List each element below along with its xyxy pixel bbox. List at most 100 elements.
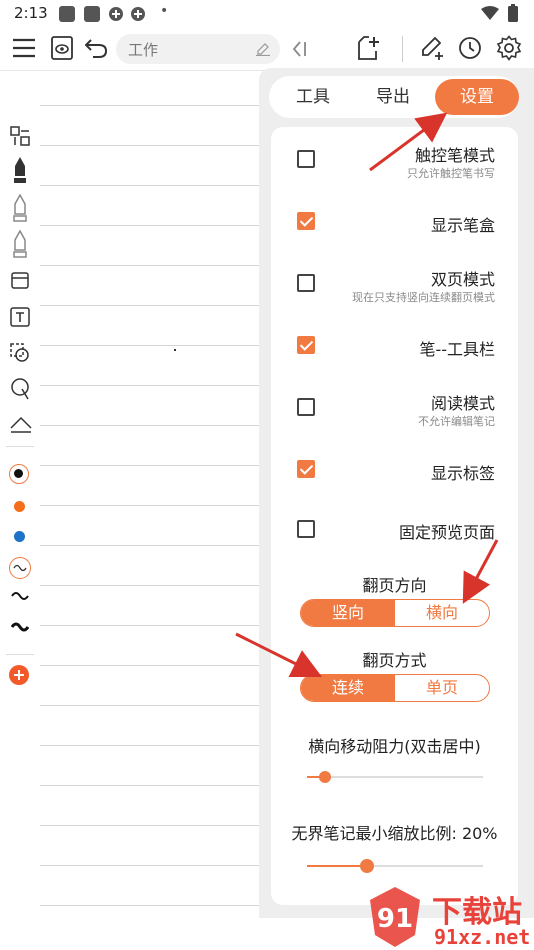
ruled-line (40, 785, 260, 786)
ruled-line (40, 145, 260, 146)
option-sublabel: 现在只支持竖向连续翻页模式 (352, 291, 495, 304)
color-blue-swatch[interactable] (14, 531, 25, 542)
select-layout-icon[interactable] (10, 126, 30, 146)
ruled-line (40, 465, 260, 466)
marker-icon[interactable] (11, 230, 29, 258)
svg-text:91: 91 (377, 904, 413, 934)
ruled-line (40, 665, 260, 666)
settings-gear-icon[interactable] (496, 35, 522, 61)
stylus-mode-checkbox[interactable] (297, 150, 315, 168)
panel-tabs: 工具 导出 设置 (269, 76, 519, 118)
watermark-logo: 91 下载站 91xz.net (360, 885, 534, 950)
ruled-line (40, 505, 260, 506)
stroke-medium-icon[interactable] (11, 590, 29, 602)
option-label: 笔--工具栏 (419, 340, 495, 359)
ruled-line (40, 425, 260, 426)
watermark-emblem: 91 (370, 887, 420, 947)
add-pen-icon[interactable] (9, 665, 29, 685)
eraser-icon[interactable] (11, 270, 29, 290)
color-black-swatch-selected[interactable] (9, 464, 29, 484)
ruled-line (40, 385, 260, 386)
show-tags-checkbox[interactable] (297, 460, 315, 478)
undo-icon[interactable] (85, 38, 107, 58)
option-label: 显示标签 (430, 464, 495, 483)
tab-tools[interactable]: 工具 (269, 76, 357, 118)
stroke-wave-icon (13, 564, 27, 572)
more-dot-icon: • (160, 3, 169, 19)
ruled-line (40, 905, 260, 906)
show-penbox-checkbox[interactable] (297, 212, 315, 230)
option-label: 固定预览页面 (398, 523, 495, 542)
settings-card (271, 127, 518, 905)
ruled-line (40, 185, 260, 186)
ruled-line (40, 825, 260, 826)
color-orange-swatch[interactable] (14, 501, 25, 512)
image-shape-icon[interactable] (10, 343, 30, 363)
pen-toolbar (0, 110, 40, 710)
pencil-icon[interactable] (11, 194, 29, 222)
direction-vertical-option[interactable]: 竖向 (301, 600, 395, 626)
ruled-line (40, 705, 260, 706)
slider-thumb[interactable] (360, 859, 374, 873)
lasso-icon[interactable] (10, 378, 30, 400)
toolbar-divider (402, 36, 403, 62)
resistance-title: 横向移动阻力(双击居中) (308, 737, 481, 756)
stroke-thick-icon[interactable] (11, 621, 29, 633)
top-toolbar: 工作 (0, 28, 534, 71)
ruled-line (40, 585, 260, 586)
pen-add-icon[interactable] (421, 35, 445, 61)
resistance-slider[interactable] (307, 771, 483, 783)
notification-icon (84, 6, 100, 22)
text-box-icon[interactable] (10, 307, 30, 327)
history-clock-icon[interactable] (458, 36, 482, 60)
page-mode-segmented: 连续 单页 (300, 674, 490, 702)
ruled-line (40, 225, 260, 226)
wifi-icon (481, 6, 499, 20)
fountain-pen-icon[interactable] (11, 156, 29, 184)
stroke-thin-selected[interactable] (9, 557, 31, 579)
toolbar-divider (6, 446, 34, 447)
tab-settings[interactable]: 设置 (435, 79, 519, 115)
add-page-icon[interactable] (357, 35, 381, 61)
ruled-line (40, 105, 260, 106)
ruled-line (40, 265, 260, 266)
read-mode-checkbox[interactable] (297, 398, 315, 416)
notification-icon (59, 6, 75, 22)
tab-export[interactable]: 导出 (351, 76, 435, 118)
menu-icon[interactable] (13, 38, 35, 58)
pen-toolbar-checkbox[interactable] (297, 336, 315, 354)
direction-horizontal-option[interactable]: 横向 (395, 600, 489, 626)
sync-icons (109, 7, 145, 21)
page-direction-segmented: 竖向 横向 (300, 599, 490, 627)
min-zoom-slider[interactable] (307, 859, 483, 873)
ruler-triangle-icon[interactable] (10, 416, 32, 434)
edit-pencil-icon[interactable] (256, 42, 270, 56)
option-sublabel: 不允许编辑笔记 (418, 415, 495, 428)
notebook-title-field[interactable]: 工作 (116, 34, 280, 64)
page-direction-title: 翻页方向 (362, 576, 427, 595)
option-sublabel: 只允许触控笔书写 (407, 167, 495, 180)
mode-single-option[interactable]: 单页 (395, 675, 489, 701)
fix-preview-checkbox[interactable] (297, 520, 315, 538)
option-label: 阅读模式 (430, 394, 495, 413)
notebook-title-text: 工作 (128, 41, 159, 59)
slider-thumb[interactable] (319, 771, 331, 783)
slider-fill (307, 865, 367, 867)
page-mode-title: 翻页方式 (362, 651, 427, 670)
min-zoom-title: 无界笔记最小缩放比例: 20% (291, 824, 498, 843)
ruled-line (40, 865, 260, 866)
preview-icon[interactable] (51, 36, 73, 60)
mode-continuous-option[interactable]: 连续 (301, 675, 395, 701)
ruled-line (40, 545, 260, 546)
option-label: 显示笔盒 (430, 216, 495, 235)
ruled-line (40, 625, 260, 626)
ink-dot (174, 349, 176, 351)
collapse-icon[interactable] (292, 40, 308, 58)
toolbar-divider (6, 654, 34, 655)
watermark-url: 91xz.net (434, 925, 531, 949)
ruled-line (40, 305, 260, 306)
status-time: 2:13 (14, 4, 48, 22)
option-label: 触控笔模式 (414, 146, 495, 165)
ruled-line (40, 745, 260, 746)
dual-page-checkbox[interactable] (297, 274, 315, 292)
